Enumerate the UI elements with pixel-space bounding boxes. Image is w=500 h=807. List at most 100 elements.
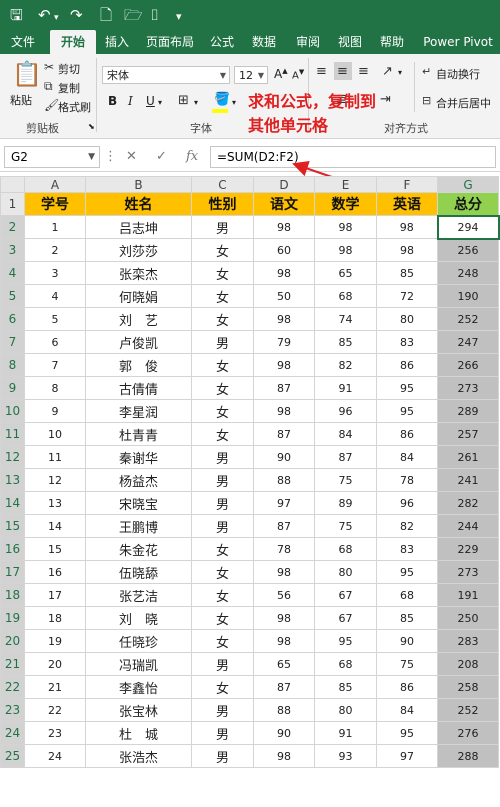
id-cell[interactable]: 24 (24, 744, 86, 768)
row-header[interactable]: 1 (0, 192, 25, 216)
header-cell[interactable]: 总分 (437, 192, 499, 216)
math-score-cell[interactable]: 82 (314, 353, 377, 377)
chinese-score-cell[interactable]: 98 (253, 606, 315, 630)
name-cell[interactable]: 朱金花 (85, 537, 192, 561)
name-cell[interactable]: 杨益杰 (85, 468, 192, 492)
total-score-cell[interactable]: 191 (437, 583, 499, 607)
chinese-score-cell[interactable]: 79 (253, 330, 315, 354)
row-header[interactable]: 17 (0, 560, 25, 584)
row-header[interactable]: 10 (0, 399, 25, 423)
id-cell[interactable]: 17 (24, 583, 86, 607)
id-cell[interactable]: 19 (24, 629, 86, 653)
math-score-cell[interactable]: 95 (314, 629, 377, 653)
name-cell[interactable]: 刘 艺 (85, 307, 192, 331)
math-score-cell[interactable]: 98 (314, 238, 377, 262)
row-header[interactable]: 22 (0, 675, 25, 699)
chinese-score-cell[interactable]: 78 (253, 537, 315, 561)
gender-cell[interactable]: 女 (191, 399, 254, 423)
english-score-cell[interactable]: 85 (376, 606, 438, 630)
total-score-cell[interactable]: 282 (437, 491, 499, 515)
chinese-score-cell[interactable]: 98 (253, 560, 315, 584)
chinese-score-cell[interactable]: 98 (253, 629, 315, 653)
id-cell[interactable]: 15 (24, 537, 86, 561)
gender-cell[interactable]: 女 (191, 583, 254, 607)
name-cell[interactable]: 李星润 (85, 399, 192, 423)
english-score-cell[interactable]: 97 (376, 744, 438, 768)
name-cell[interactable]: 秦谢华 (85, 445, 192, 469)
name-cell[interactable]: 郭 俊 (85, 353, 192, 377)
name-cell[interactable]: 刘莎莎 (85, 238, 192, 262)
row-header[interactable]: 19 (0, 606, 25, 630)
gender-cell[interactable]: 女 (191, 261, 254, 285)
gender-cell[interactable]: 女 (191, 537, 254, 561)
chinese-score-cell[interactable]: 56 (253, 583, 315, 607)
chinese-score-cell[interactable]: 90 (253, 721, 315, 745)
header-cell[interactable]: 语文 (253, 192, 315, 216)
row-header[interactable]: 5 (0, 284, 25, 308)
id-cell[interactable]: 22 (24, 698, 86, 722)
id-cell[interactable]: 23 (24, 721, 86, 745)
math-score-cell[interactable]: 68 (314, 284, 377, 308)
gender-cell[interactable]: 男 (191, 445, 254, 469)
name-cell[interactable]: 杜青青 (85, 422, 192, 446)
id-cell[interactable]: 14 (24, 514, 86, 538)
row-header[interactable]: 11 (0, 422, 25, 446)
math-score-cell[interactable]: 91 (314, 376, 377, 400)
name-cell[interactable]: 伍晓舔 (85, 560, 192, 584)
row-header[interactable]: 7 (0, 330, 25, 354)
row-header[interactable]: 25 (0, 744, 25, 768)
column-header-a[interactable]: A (24, 176, 86, 193)
row-header[interactable]: 20 (0, 629, 25, 653)
name-cell[interactable]: 王鹏博 (85, 514, 192, 538)
gender-cell[interactable]: 女 (191, 560, 254, 584)
math-score-cell[interactable]: 85 (314, 675, 377, 699)
english-score-cell[interactable]: 80 (376, 307, 438, 331)
english-score-cell[interactable]: 86 (376, 353, 438, 377)
english-score-cell[interactable]: 95 (376, 399, 438, 423)
gender-cell[interactable]: 女 (191, 238, 254, 262)
chinese-score-cell[interactable]: 98 (253, 215, 315, 239)
chinese-score-cell[interactable]: 98 (253, 353, 315, 377)
english-score-cell[interactable]: 72 (376, 284, 438, 308)
math-score-cell[interactable]: 67 (314, 583, 377, 607)
gender-cell[interactable]: 女 (191, 307, 254, 331)
id-cell[interactable]: 12 (24, 468, 86, 492)
gender-cell[interactable]: 女 (191, 353, 254, 377)
row-header[interactable]: 18 (0, 583, 25, 607)
gender-cell[interactable]: 男 (191, 698, 254, 722)
english-score-cell[interactable]: 84 (376, 445, 438, 469)
chinese-score-cell[interactable]: 98 (253, 399, 315, 423)
header-cell[interactable]: 学号 (24, 192, 86, 216)
gender-cell[interactable]: 女 (191, 376, 254, 400)
id-cell[interactable]: 18 (24, 606, 86, 630)
english-score-cell[interactable]: 75 (376, 652, 438, 676)
column-header-d[interactable]: D (253, 176, 315, 193)
gender-cell[interactable]: 男 (191, 514, 254, 538)
math-score-cell[interactable]: 75 (314, 514, 377, 538)
english-score-cell[interactable]: 78 (376, 468, 438, 492)
math-score-cell[interactable]: 67 (314, 606, 377, 630)
column-header-f[interactable]: F (376, 176, 438, 193)
name-cell[interactable]: 张宝林 (85, 698, 192, 722)
english-score-cell[interactable]: 98 (376, 215, 438, 239)
name-cell[interactable]: 张艺洁 (85, 583, 192, 607)
math-score-cell[interactable]: 75 (314, 468, 377, 492)
name-cell[interactable]: 吕志坤 (85, 215, 192, 239)
english-score-cell[interactable]: 85 (376, 261, 438, 285)
id-cell[interactable]: 9 (24, 399, 86, 423)
id-cell[interactable]: 16 (24, 560, 86, 584)
row-header[interactable]: 21 (0, 652, 25, 676)
english-score-cell[interactable]: 83 (376, 330, 438, 354)
total-score-cell[interactable]: 248 (437, 261, 499, 285)
english-score-cell[interactable]: 86 (376, 675, 438, 699)
total-score-cell[interactable]: 257 (437, 422, 499, 446)
math-score-cell[interactable]: 98 (314, 215, 377, 239)
english-score-cell[interactable]: 82 (376, 514, 438, 538)
chinese-score-cell[interactable]: 88 (253, 468, 315, 492)
math-score-cell[interactable]: 84 (314, 422, 377, 446)
math-score-cell[interactable]: 96 (314, 399, 377, 423)
gender-cell[interactable]: 男 (191, 330, 254, 354)
id-cell[interactable]: 5 (24, 307, 86, 331)
english-score-cell[interactable]: 86 (376, 422, 438, 446)
total-score-cell[interactable]: 266 (437, 353, 499, 377)
